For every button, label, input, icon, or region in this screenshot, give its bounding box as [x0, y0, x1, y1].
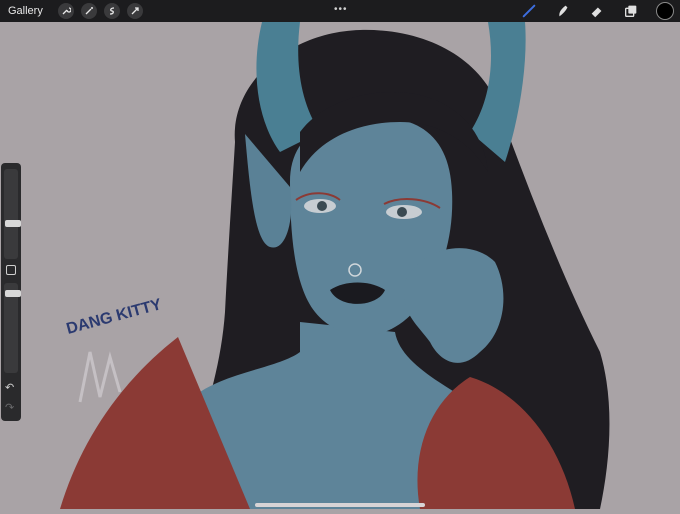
brush-size-slider[interactable] [4, 169, 21, 259]
transform-arrow-icon[interactable] [126, 3, 143, 19]
selection-icon[interactable] [103, 3, 120, 19]
color-picker-button[interactable] [656, 2, 674, 20]
gallery-button[interactable]: Gallery [8, 5, 43, 17]
brush-icon[interactable] [520, 2, 538, 20]
redo-button[interactable]: ↷ [5, 401, 14, 414]
modify-button[interactable] [6, 265, 16, 275]
magic-wand-icon[interactable] [80, 3, 97, 19]
wrench-icon[interactable] [57, 3, 74, 19]
artwork-illustration: DANG KITTY [0, 22, 680, 510]
drawing-canvas[interactable]: DANG KITTY [0, 22, 680, 510]
opacity-slider[interactable] [4, 283, 21, 373]
layers-icon[interactable] [622, 2, 640, 20]
undo-button[interactable]: ↶ [5, 381, 14, 394]
home-indicator[interactable] [255, 503, 425, 507]
top-toolbar: Gallery ••• [0, 0, 680, 22]
left-sidebar: ↶ ↷ [1, 163, 21, 421]
brush-size-thumb[interactable] [5, 220, 21, 227]
smudge-icon[interactable] [554, 2, 572, 20]
more-options-button[interactable]: ••• [334, 4, 348, 15]
opacity-thumb[interactable] [5, 290, 21, 297]
eraser-icon[interactable] [588, 2, 606, 20]
